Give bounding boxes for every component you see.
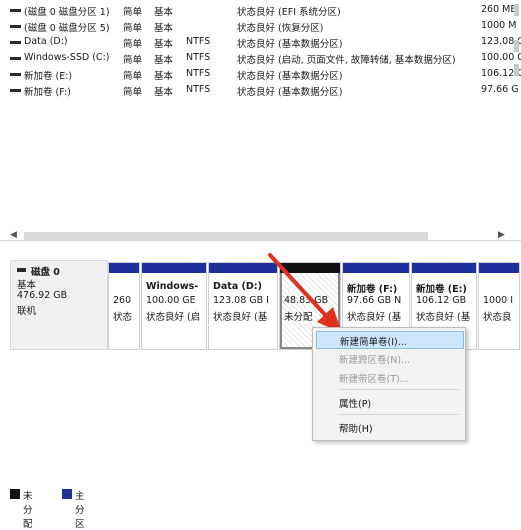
menu-item-new-simple-volume[interactable]: 新建简单卷(I)... (316, 331, 464, 349)
menu-item-label: 新建跨区卷(N)... (339, 355, 411, 366)
menu-item-label: 新建简单卷(I)... (340, 337, 407, 348)
menu-separator (339, 389, 459, 390)
menu-item-label: 新建带区卷(T)... (339, 374, 409, 385)
menu-item-properties[interactable]: 属性(P) (316, 394, 462, 410)
menu-item-help[interactable]: 帮助(H) (316, 419, 462, 435)
menu-item-label: 帮助(H) (339, 424, 373, 435)
menu-item-label: 属性(P) (339, 399, 372, 410)
legend-primary-swatch (62, 489, 72, 499)
context-menu: 新建简单卷(I)... 新建跨区卷(N)... 新建带区卷(T)... 属性(P… (312, 327, 466, 441)
legend-unallocated-label: 未分配 (23, 491, 33, 530)
menu-item-new-striped-volume: 新建带区卷(T)... (316, 369, 462, 385)
menu-separator (339, 414, 459, 415)
legend-primary-label: 主分区 (75, 491, 85, 530)
legend-unallocated-swatch (10, 489, 20, 499)
menu-item-new-spanned-volume: 新建跨区卷(N)... (316, 350, 462, 366)
